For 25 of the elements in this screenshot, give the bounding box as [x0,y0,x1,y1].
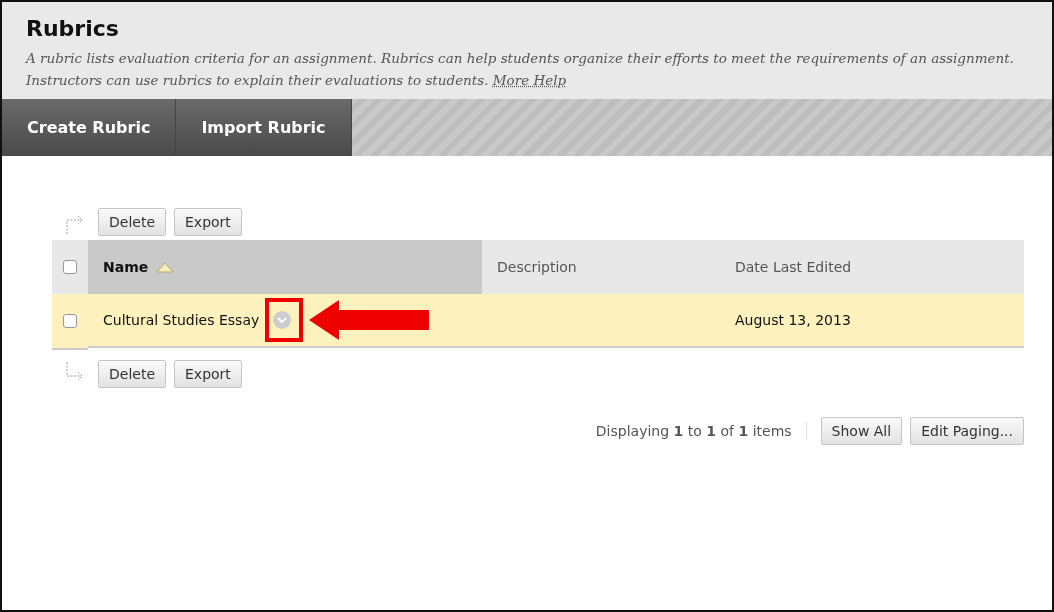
more-help-link[interactable]: More Help [492,72,567,88]
column-header[interactable]: Date Last Edited [720,240,1024,294]
page-title: Rubrics [26,16,120,41]
column-label: Description [497,259,577,275]
action-button[interactable]: Export [174,360,242,388]
action-bar-button[interactable]: Create Rubric [2,99,177,156]
action-button[interactable]: Delete [98,208,166,236]
column-label: Date Last Edited [735,259,852,275]
checkbox[interactable] [63,260,77,274]
pointer-arrow-icon [309,300,432,340]
paging-button[interactable]: Show All [820,417,903,445]
paging-summary: Displaying 1 to 1 of 1 items [595,423,807,439]
column-header[interactable]: Description [482,240,720,294]
checkbox[interactable] [63,314,77,328]
chevron-down-icon[interactable] [273,311,292,329]
date-cell: August 13, 2013 [720,294,1024,348]
action-button[interactable]: Export [174,208,242,236]
highlight-frame [265,298,304,342]
action-bar-button[interactable]: Import Rubric [176,99,352,156]
action-button[interactable]: Delete [98,360,166,388]
page-description: A rubric lists evaluation criteria for an assignment. Rubrics can help students organize their efforts to meet the requirements of an assignment. Instructors can use rubrics to explain their evaluations to students. More Help [26,49,1015,90]
rubric-name[interactable]: Cultural Studies Essay [103,312,260,328]
paging-button[interactable]: Edit Paging... [910,417,1024,445]
column-label: Name [103,259,149,275]
column-header[interactable]: Name [88,240,482,294]
